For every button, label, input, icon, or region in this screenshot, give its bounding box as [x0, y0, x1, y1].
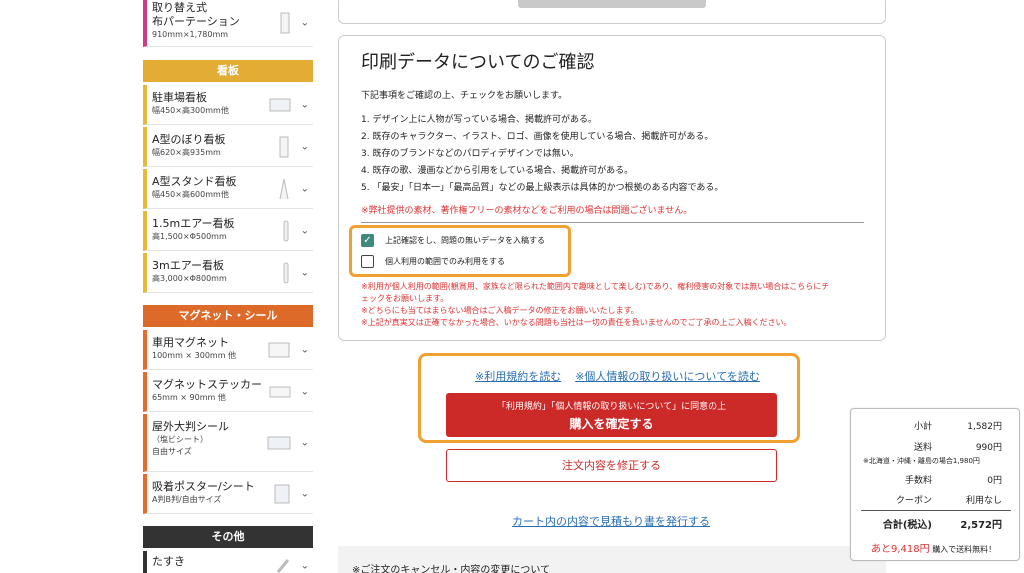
sidebar: 取り替え式 布パーテーション 910mm×1,780mm ⌄ 看板 駐車場看板 …: [143, 0, 313, 573]
chevron-down-icon[interactable]: ⌄: [301, 560, 309, 571]
checkbox-highlight: ✓ 上記確認をし、問題の無いデータを入稿する 個人利用の範囲でのみ利用をする: [349, 225, 571, 277]
confirm-button-label: 購入を確定する: [569, 417, 654, 431]
total-label: 合計(税込): [882, 520, 932, 531]
sidebar-item-a-nobori[interactable]: A型のぼり看板 幅620×高935mm ⌄: [143, 127, 313, 167]
order-summary: 小計 1,582円 送料 990円 ※北海道・沖縄・離島の場合1,980円 手数…: [850, 408, 1020, 561]
checkbox-label: 個人利用の範囲でのみ利用をする: [385, 257, 505, 266]
free-material-note: ※弊社提供の素材、著作権フリーの素材などをご利用の場合は問題ございません。: [361, 206, 693, 216]
shipping-row: 送料 990円: [851, 440, 1021, 453]
total-row: 合計(税込) 2,572円: [851, 516, 1021, 531]
confirm-purchase-button[interactable]: 「利用規約」「個人情報の取り扱いについて」に同意の上 購入を確定する: [446, 393, 777, 437]
magnet-sticker-thumbnail-icon: [269, 386, 291, 397]
sidebar-item-partition[interactable]: 取り替え式 布パーテーション 910mm×1,780mm ⌄: [143, 0, 313, 47]
chevron-down-icon[interactable]: ⌄: [301, 141, 309, 152]
policy-links: ※利用規約を読む ※個人情報の取り扱いについてを読む: [475, 368, 765, 384]
checkbox-checked[interactable]: ✓: [361, 234, 374, 247]
coupon-row: クーポン 利用なし: [851, 493, 1021, 506]
upper-panel: [338, 0, 886, 24]
a-nobori-thumbnail-icon: [279, 136, 289, 157]
disabled-submit-button[interactable]: [518, 0, 706, 8]
note-text: ※上記が真実又は正確でなかった場合、いかなる問題も当社は一切の責任を負いませんの…: [361, 318, 792, 327]
chevron-down-icon[interactable]: ⌄: [301, 267, 309, 278]
sidebar-item-a-stand[interactable]: A型スタンド看板 幅450×高600mm他 ⌄: [143, 169, 313, 209]
a-stand-thumbnail-icon: [279, 178, 289, 199]
outdoor-sticker-thumbnail-icon: [267, 436, 291, 449]
subtotal-row: 小計 1,582円: [851, 419, 1021, 432]
total-value: 2,572円: [960, 520, 1002, 531]
list-item: 2. 既存のキャラクター、イラスト、ロゴ、画像を使用している場合、掲載許可がある…: [361, 132, 714, 142]
sidebar-item-magnet-sticker[interactable]: マグネットステッカー 65mm × 90mm 他 ⌄: [143, 372, 313, 412]
panel-title: 印刷データについてのご確認: [361, 52, 595, 73]
confirm-button-subtext: 「利用規約」「個人情報の取り扱いについて」に同意の上: [496, 402, 727, 412]
chevron-down-icon[interactable]: ⌄: [301, 18, 309, 29]
tasuki-thumbnail-icon: [276, 558, 290, 573]
partition-thumbnail-icon: [280, 12, 290, 34]
category-header-magnet: マグネット・シール: [143, 305, 313, 327]
note-text: ※どちらにも当てはまらない場合はご入稿データの修正をお願いいたします。: [361, 306, 639, 315]
terms-link[interactable]: ※利用規約を読む: [475, 368, 561, 384]
free-shipping-note: あと9,418円 購入で送料無料！: [871, 540, 996, 555]
confirmation-list: 1. デザイン上に人物が写っている場合、掲載許可がある。 2. 既存のキャラクタ…: [361, 112, 723, 197]
category-header-signboard: 看板: [143, 60, 313, 82]
personal-use-checkbox-row[interactable]: 個人利用の範囲でのみ利用をする: [361, 255, 505, 268]
notes: ※利用が個人利用の範囲(観賞用、家族など限られた範囲内で趣味として楽しむ)であり…: [361, 281, 871, 329]
chevron-down-icon[interactable]: ⌄: [301, 386, 309, 397]
estimate-link[interactable]: カート内の内容で見積もり書を発行する: [512, 513, 710, 529]
sidebar-item-car-magnet[interactable]: 車用マグネット 100mm × 300mm 他 ⌄: [143, 330, 313, 370]
air-sign-thumbnail-icon: [283, 220, 289, 241]
note-text: ※利用が個人利用の範囲(観賞用、家族など限られた範囲内で趣味として楽しむ)であり…: [361, 282, 830, 291]
air-sign-thumbnail-icon: [283, 262, 289, 283]
car-magnet-thumbnail-icon: [268, 342, 290, 357]
modify-order-button[interactable]: 注文内容を修正する: [446, 449, 777, 482]
shipping-label: 送料: [913, 443, 932, 453]
free-shipping-text: 購入で送料無料！: [932, 545, 997, 554]
free-shipping-amount: あと9,418円: [871, 544, 930, 555]
print-data-confirmation-panel: 印刷データについてのご確認 下記事項をご確認の上、チェックをお願いします。 1.…: [338, 35, 886, 341]
divider: [361, 222, 864, 223]
coupon-value: 利用なし: [965, 496, 1002, 506]
note-text: ェックをお願いします。: [361, 294, 449, 303]
list-item: 1. デザイン上に人物が写っている場合、掲載許可がある。: [361, 115, 597, 125]
list-item: 5. 「最安」「日本一」「最高品質」などの最上級表示は具体的かつ根拠のある内容で…: [361, 183, 724, 193]
cancel-info-section: ※ご注文のキャンセル・内容の変更について: [338, 546, 886, 573]
confirm-data-checkbox-row[interactable]: ✓ 上記確認をし、問題の無いデータを入稿する: [361, 234, 545, 247]
sidebar-item-air-sign-3m[interactable]: 3mエアー看板 高3,000×Φ800mm ⌄: [143, 253, 313, 293]
list-item: 3. 既存のブランドなどのパロディデザインでは無い。: [361, 149, 579, 159]
shipping-note: ※北海道・沖縄・離島の場合1,980円: [863, 457, 980, 465]
checkbox-unchecked[interactable]: [361, 255, 374, 268]
chevron-down-icon[interactable]: ⌄: [301, 344, 309, 355]
cancel-info-title: ※ご注文のキャンセル・内容の変更について: [352, 565, 551, 573]
fee-value: 0円: [987, 476, 1002, 486]
chevron-down-icon[interactable]: ⌄: [301, 437, 309, 448]
poster-sheet-thumbnail-icon: [274, 484, 290, 503]
chevron-down-icon[interactable]: ⌄: [301, 183, 309, 194]
subtotal-label: 小計: [913, 422, 932, 432]
list-item: 4. 既存の歌、漫画などから引用をしている場合、掲載許可がある。: [361, 166, 634, 176]
sidebar-item-poster-sheet[interactable]: 吸着ポスター/シート A判B判/自由サイズ ⌄: [143, 474, 313, 514]
sidebar-item-air-sign-15[interactable]: 1.5mエアー看板 高1,500×Φ500mm ⌄: [143, 211, 313, 251]
shipping-value: 990円: [975, 443, 1002, 453]
coupon-label: クーポン: [895, 496, 932, 506]
privacy-link[interactable]: ※個人情報の取り扱いについてを読む: [575, 368, 760, 384]
checkbox-label: 上記確認をし、問題の無いデータを入稿する: [385, 236, 545, 245]
subtotal-value: 1,582円: [967, 422, 1002, 432]
sidebar-item-parking-sign[interactable]: 駐車場看板 幅450×高300mm他 ⌄: [143, 85, 313, 125]
fee-row: 手数料 0円: [851, 473, 1021, 486]
sidebar-item-outdoor-sticker[interactable]: 屋外大判シール （塩ビシート） 自由サイズ ⌄: [143, 414, 313, 472]
chevron-down-icon[interactable]: ⌄: [301, 225, 309, 236]
fee-label: 手数料: [904, 476, 932, 486]
sidebar-item-tasuki[interactable]: たすき ⌄: [143, 551, 313, 573]
divider: [861, 510, 1011, 511]
chevron-down-icon[interactable]: ⌄: [301, 488, 309, 499]
sidebar-item-label: 屋外大判シール: [152, 420, 229, 433]
category-header-other: その他: [143, 526, 313, 548]
chevron-down-icon[interactable]: ⌄: [301, 99, 309, 110]
parking-sign-thumbnail-icon: [269, 98, 291, 111]
panel-intro: 下記事項をご確認の上、チェックをお願いします。: [361, 91, 568, 101]
